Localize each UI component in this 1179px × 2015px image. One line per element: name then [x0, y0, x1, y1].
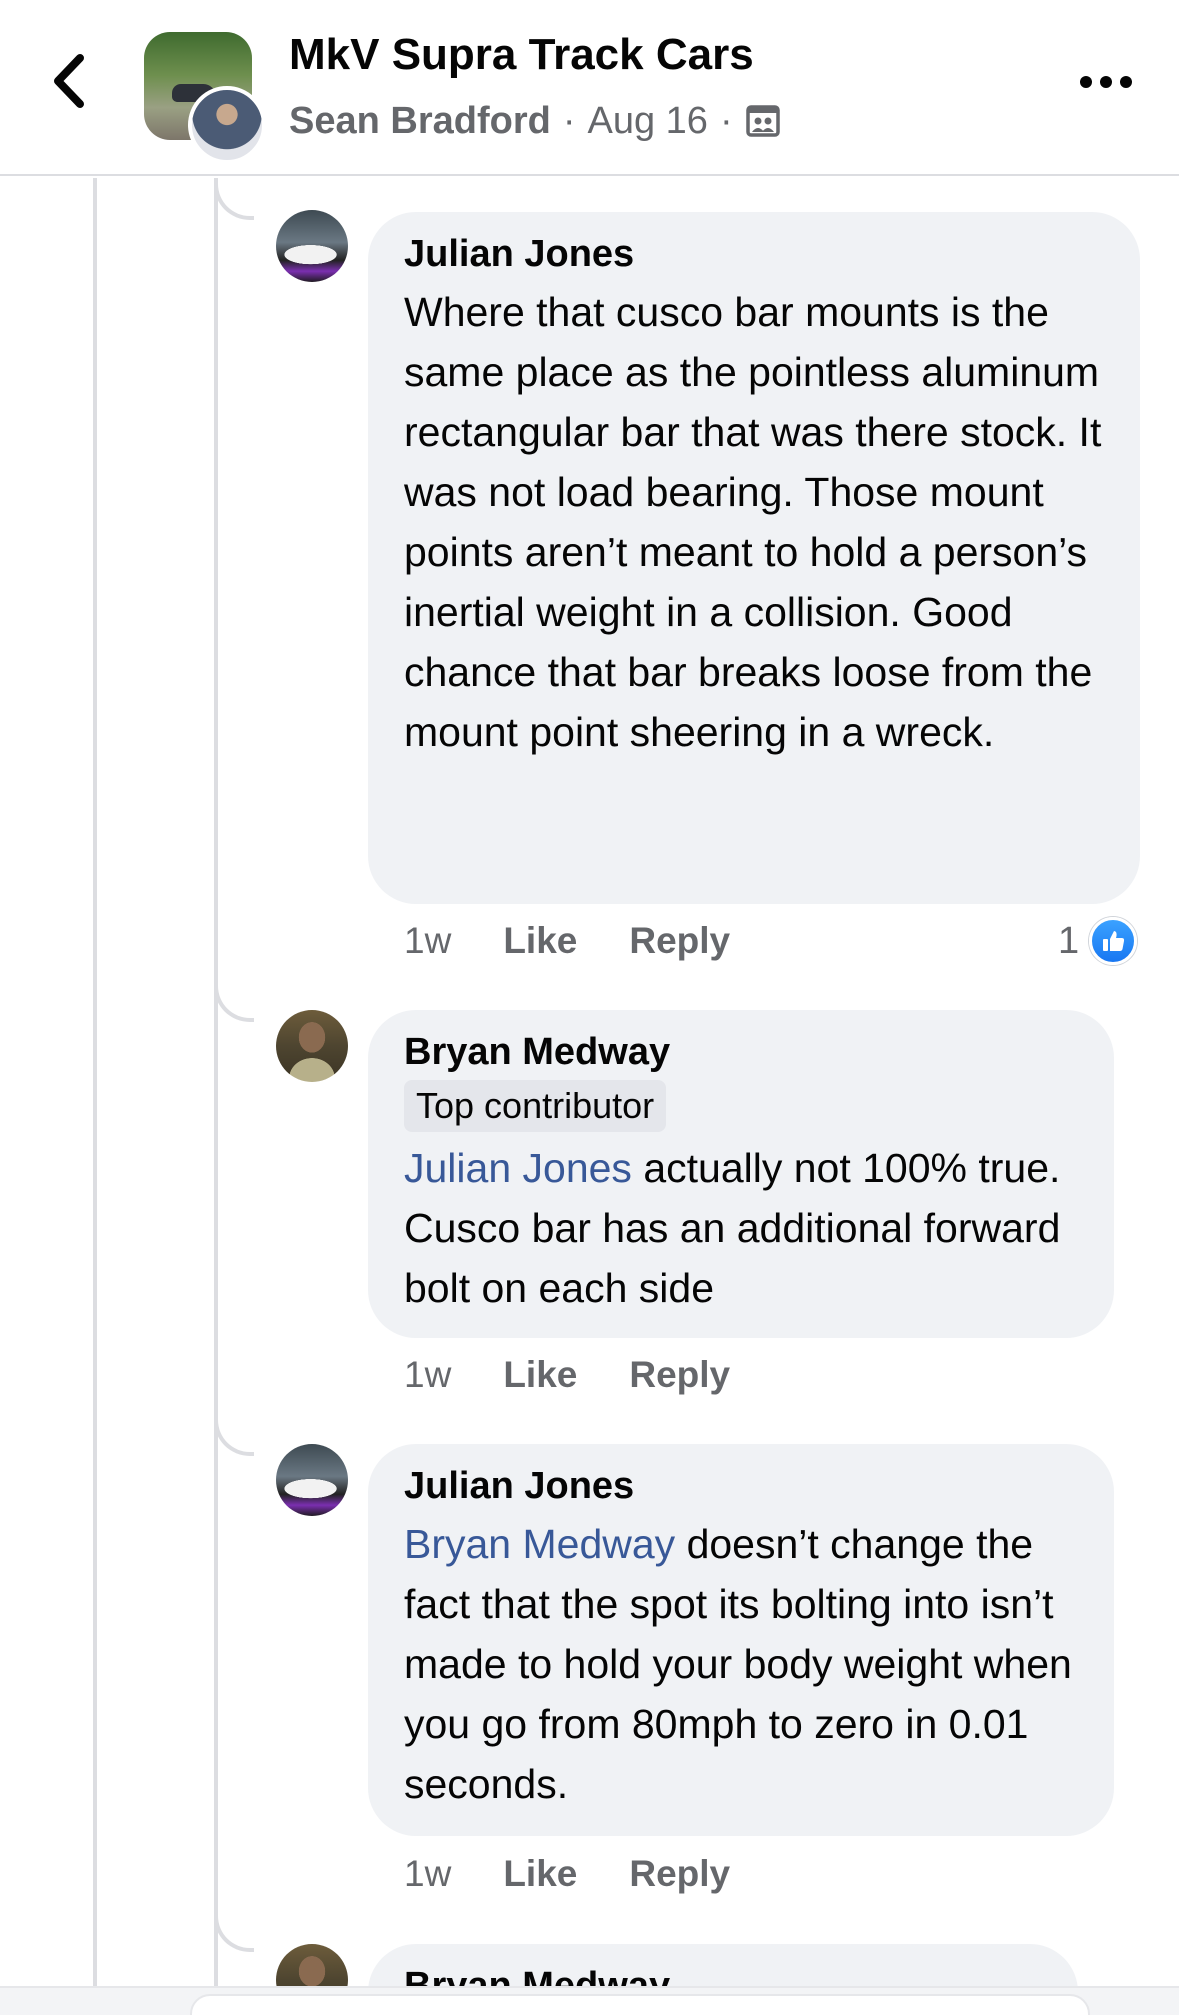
thread-connector: [214, 178, 254, 220]
comment-author[interactable]: Bryan Medway: [404, 1030, 1078, 1074]
thread-line: [93, 178, 97, 1998]
avatar[interactable]: [276, 1444, 348, 1516]
group-privacy-icon: [745, 105, 780, 137]
mention-link[interactable]: Bryan Medway: [404, 1521, 675, 1567]
comment-thread-screen: MkV Supra Track Cars Sean Bradford · Aug…: [0, 0, 1179, 2015]
more-options-button[interactable]: [1076, 62, 1136, 102]
post-author[interactable]: Sean Bradford: [289, 100, 551, 143]
post-meta: Sean Bradford · Aug 16 ·: [289, 96, 781, 146]
comment-text: Julian Jones actually not 100% true. Cus…: [404, 1138, 1078, 1318]
comment-actions: 1w Like Reply: [404, 916, 782, 966]
comment-text: Where that cusco bar mounts is the same …: [404, 289, 1102, 755]
comment-actions: 1w Like Reply: [404, 1849, 782, 1899]
comment-bubble[interactable]: Bryan Medway Top contributor Julian Jone…: [368, 1010, 1114, 1338]
top-contributor-badge[interactable]: Top contributor: [404, 1080, 667, 1132]
meta-separator: ·: [719, 99, 733, 142]
meta-separator: ·: [562, 99, 576, 142]
reaction-summary[interactable]: 1: [1058, 916, 1138, 966]
mention-link[interactable]: Julian Jones: [404, 1145, 632, 1191]
reply-button[interactable]: Reply: [629, 1853, 730, 1895]
reaction-count: 1: [1058, 919, 1080, 962]
comment-time[interactable]: 1w: [404, 1853, 451, 1895]
like-button[interactable]: Like: [503, 1354, 577, 1396]
avatar[interactable]: [276, 1010, 348, 1082]
comment-actions: 1w Like Reply: [404, 1350, 782, 1400]
comment-text: Bryan Medway doesn’t change the fact tha…: [404, 1514, 1078, 1814]
group-name[interactable]: MkV Supra Track Cars: [289, 30, 754, 80]
comment-composer[interactable]: [190, 1994, 1090, 2015]
thread-line: [214, 178, 218, 1998]
comment-bubble[interactable]: Julian Jones Where that cusco bar mounts…: [368, 212, 1140, 904]
chevron-left-icon: [54, 54, 84, 108]
comment-bubble[interactable]: Julian Jones Bryan Medway doesn’t change…: [368, 1444, 1114, 1836]
like-button[interactable]: Like: [503, 920, 577, 962]
thread-connector: [214, 1910, 254, 1952]
avatar[interactable]: [276, 210, 348, 282]
back-button[interactable]: [42, 46, 102, 116]
comment-author[interactable]: Julian Jones: [404, 1464, 1078, 1508]
comment-author[interactable]: Julian Jones: [404, 232, 1104, 276]
post-header: MkV Supra Track Cars Sean Bradford · Aug…: [0, 0, 1179, 176]
like-reaction-icon: [1089, 917, 1138, 965]
more-dots-icon: [1080, 76, 1132, 88]
reply-button[interactable]: Reply: [629, 1354, 730, 1396]
thread-connector: [214, 980, 254, 1022]
like-button[interactable]: Like: [503, 1853, 577, 1895]
reply-button[interactable]: Reply: [629, 920, 730, 962]
comment-time[interactable]: 1w: [404, 1354, 451, 1396]
comment-time[interactable]: 1w: [404, 920, 451, 962]
author-avatar[interactable]: [188, 86, 266, 164]
thread-connector: [214, 1414, 254, 1456]
post-date[interactable]: Aug 16: [587, 100, 707, 143]
